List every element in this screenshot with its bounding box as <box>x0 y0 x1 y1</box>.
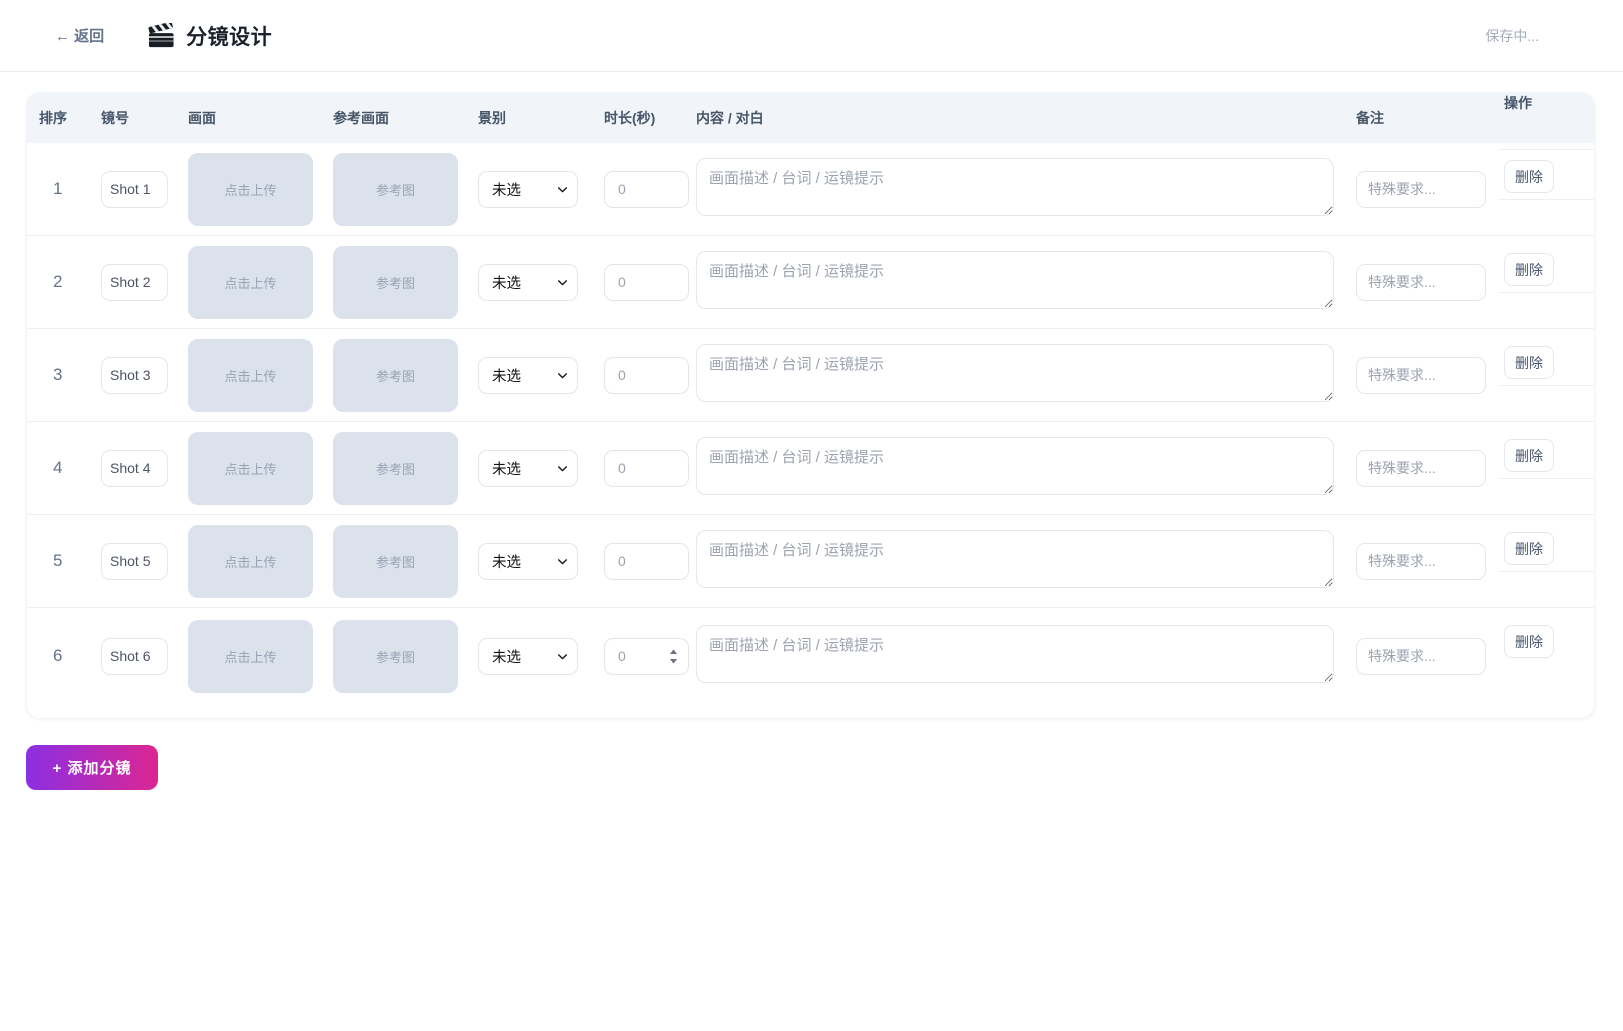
content-dialogue-textarea[interactable] <box>696 344 1334 402</box>
header-duration: 时长(秒) <box>604 108 696 128</box>
shot-type-value: 未选 <box>492 365 521 386</box>
chevron-down-icon <box>556 650 569 663</box>
delete-row-button[interactable]: 删除 <box>1504 439 1554 472</box>
shot-number-input[interactable] <box>101 264 168 301</box>
shot-type-select[interactable]: 未选 <box>478 543 578 580</box>
header-actions: 操作 <box>1504 93 1594 143</box>
shot-number-input[interactable] <box>101 450 168 487</box>
shot-number-input[interactable] <box>101 543 168 580</box>
duration-input[interactable]: 0 <box>604 543 689 580</box>
row-order-number: 3 <box>39 365 62 385</box>
frame-upload-box[interactable]: 点击上传 <box>188 525 313 598</box>
header-reference: 参考画面 <box>333 108 478 128</box>
chevron-down-icon <box>556 555 569 568</box>
duration-input[interactable]: 0 <box>604 264 689 301</box>
delete-row-button[interactable]: 删除 <box>1504 625 1554 658</box>
delete-row-button[interactable]: 删除 <box>1504 253 1554 286</box>
notes-input[interactable] <box>1356 543 1486 580</box>
duration-input[interactable]: 0 <box>604 638 689 675</box>
reference-image-box[interactable]: 参考图 <box>333 620 458 693</box>
chevron-down-icon <box>556 183 569 196</box>
reference-image-box[interactable]: 参考图 <box>333 246 458 319</box>
row-order-number: 1 <box>39 179 62 199</box>
duration-value: 0 <box>618 274 626 290</box>
duration-input[interactable]: 0 <box>604 357 689 394</box>
frame-upload-box[interactable]: 点击上传 <box>188 246 313 319</box>
duration-value: 0 <box>618 181 626 197</box>
shot-type-select[interactable]: 未选 <box>478 171 578 208</box>
chevron-down-icon <box>556 462 569 475</box>
shot-number-input[interactable] <box>101 638 168 675</box>
frame-upload-box[interactable]: 点击上传 <box>188 432 313 505</box>
shot-type-select[interactable]: 未选 <box>478 450 578 487</box>
back-button[interactable]: ← 返回 <box>55 25 104 46</box>
delete-row-button[interactable]: 删除 <box>1504 160 1554 193</box>
table-header-row: 排序 镜号 画面 参考画面 景别 时长(秒) 内容 / 对白 备注 操作 <box>27 93 1594 143</box>
duration-value: 0 <box>618 460 626 476</box>
content-dialogue-textarea[interactable] <box>696 158 1334 216</box>
table-row: 3 点击上传 参考图 未选 0 <box>27 329 1594 422</box>
table-row: 1 点击上传 参考图 未选 0 <box>27 143 1594 236</box>
frame-upload-box[interactable]: 点击上传 <box>188 339 313 412</box>
notes-input[interactable] <box>1356 450 1486 487</box>
page-title: 分镜设计 <box>186 21 272 51</box>
row-order-number: 4 <box>39 458 62 478</box>
shot-number-input[interactable] <box>101 171 168 208</box>
shot-number-input[interactable] <box>101 357 168 394</box>
header-notes: 备注 <box>1356 108 1504 128</box>
delete-row-button[interactable]: 删除 <box>1504 346 1554 379</box>
shot-type-select[interactable]: 未选 <box>478 357 578 394</box>
number-spinner[interactable] <box>668 648 679 665</box>
shot-type-value: 未选 <box>492 458 521 479</box>
content-dialogue-textarea[interactable] <box>696 625 1334 683</box>
shot-type-select[interactable]: 未选 <box>478 264 578 301</box>
duration-value: 0 <box>618 367 626 383</box>
content-dialogue-textarea[interactable] <box>696 251 1334 309</box>
delete-row-button[interactable]: 删除 <box>1504 532 1554 565</box>
header-frame: 画面 <box>188 108 333 128</box>
shot-type-value: 未选 <box>492 179 521 200</box>
notes-input[interactable] <box>1356 638 1486 675</box>
frame-upload-box[interactable]: 点击上传 <box>188 153 313 226</box>
content-dialogue-textarea[interactable] <box>696 437 1334 495</box>
header-shot: 镜号 <box>101 108 188 128</box>
clapperboard-icon <box>148 23 175 49</box>
header-shot-type: 景别 <box>478 108 604 128</box>
header-order: 排序 <box>39 108 101 128</box>
add-shot-button[interactable]: + 添加分镜 <box>26 745 158 790</box>
reference-image-box[interactable]: 参考图 <box>333 339 458 412</box>
table-row: 5 点击上传 参考图 未选 0 <box>27 515 1594 608</box>
duration-value: 0 <box>618 648 626 664</box>
storyboard-table: 排序 镜号 画面 参考画面 景别 时长(秒) 内容 / 对白 备注 操作 1 点… <box>26 92 1595 719</box>
frame-upload-box[interactable]: 点击上传 <box>188 620 313 693</box>
row-order-number: 5 <box>39 551 62 571</box>
save-status: 保存中... <box>1485 26 1539 46</box>
content-dialogue-textarea[interactable] <box>696 530 1334 588</box>
table-row: 2 点击上传 参考图 未选 0 <box>27 236 1594 329</box>
shot-type-value: 未选 <box>492 272 521 293</box>
topbar: ← 返回 分镜设计 保存中... <box>0 0 1623 72</box>
notes-input[interactable] <box>1356 264 1486 301</box>
duration-input[interactable]: 0 <box>604 171 689 208</box>
reference-image-box[interactable]: 参考图 <box>333 525 458 598</box>
row-order-number: 6 <box>39 646 62 666</box>
shot-type-value: 未选 <box>492 646 521 667</box>
chevron-down-icon <box>556 276 569 289</box>
duration-value: 0 <box>618 553 626 569</box>
shot-type-value: 未选 <box>492 551 521 572</box>
notes-input[interactable] <box>1356 171 1486 208</box>
chevron-down-icon <box>556 369 569 382</box>
reference-image-box[interactable]: 参考图 <box>333 432 458 505</box>
table-row: 6 点击上传 参考图 未选 0 <box>27 608 1594 704</box>
row-order-number: 2 <box>39 272 62 292</box>
page-title-group: 分镜设计 <box>148 21 272 51</box>
header-content: 内容 / 对白 <box>696 108 1356 128</box>
table-row: 4 点击上传 参考图 未选 0 <box>27 422 1594 515</box>
reference-image-box[interactable]: 参考图 <box>333 153 458 226</box>
notes-input[interactable] <box>1356 357 1486 394</box>
duration-input[interactable]: 0 <box>604 450 689 487</box>
shot-type-select[interactable]: 未选 <box>478 638 578 675</box>
